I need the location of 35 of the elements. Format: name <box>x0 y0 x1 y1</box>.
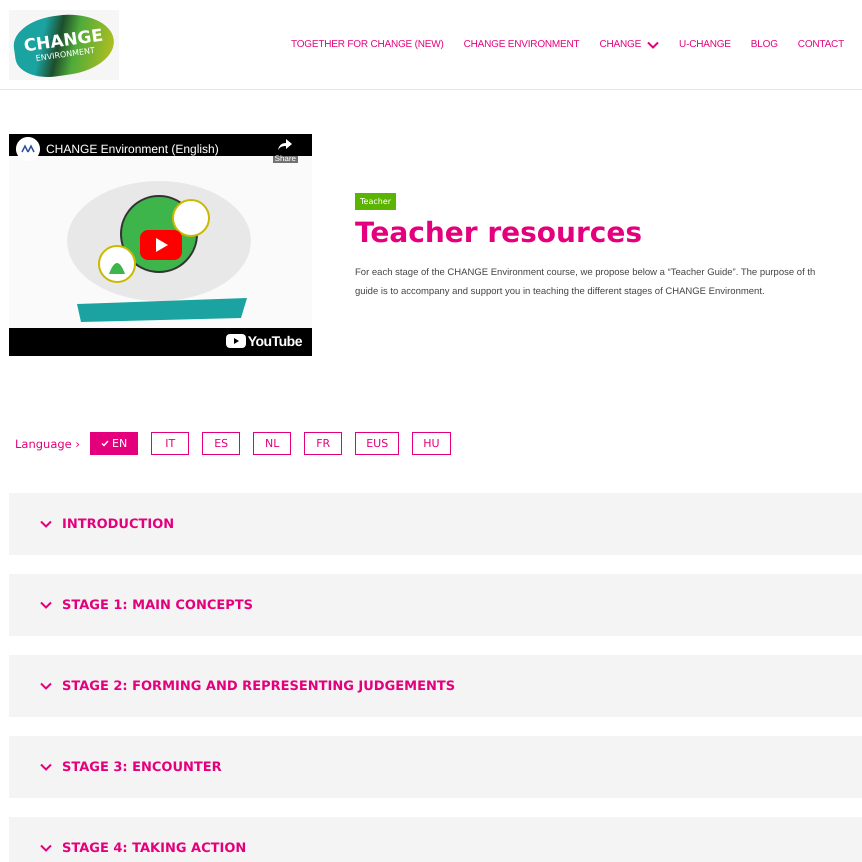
category-tag: Teacher <box>355 193 396 210</box>
language-button[interactable]: EN <box>90 432 138 455</box>
nav-link[interactable]: CHANGE <box>599 39 660 50</box>
accordion-header[interactable]: STAGE 1: MAIN CONCEPTS <box>9 574 862 636</box>
chevron-down-icon <box>40 601 52 609</box>
share-label[interactable]: Share <box>272 154 298 163</box>
play-icon[interactable] <box>140 230 182 260</box>
language-button[interactable]: NL <box>253 432 292 455</box>
page-title: Teacher resources <box>355 216 644 249</box>
language-button[interactable]: IT <box>151 432 190 455</box>
accordion-header[interactable]: STAGE 4: TAKING ACTION <box>9 817 862 862</box>
share-icon[interactable] <box>278 139 292 151</box>
nav-link[interactable]: CHANGE ENVIRONMENT <box>464 39 580 50</box>
nav-link[interactable]: BLOG <box>750 39 778 50</box>
nav-link[interactable]: CONTACT <box>798 39 844 50</box>
accordion-header[interactable]: STAGE 3: ENCOUNTER <box>9 736 862 798</box>
chevron-down-icon <box>40 520 52 528</box>
language-button[interactable]: HU <box>412 432 451 455</box>
intro-paragraph: For each stage of the CHANGE Environment course, we propose below a “Teacher Guide”. The purpose of th guide is to accompany and support you in teaching the different stages of CHANGE Environment. <box>355 266 816 299</box>
video-player[interactable]: CHANGE Environment (English) Share YouTube <box>9 134 312 356</box>
nav-link[interactable]: TOGETHER FOR CHANGE (NEW) <box>291 39 444 50</box>
language-button[interactable]: FR <box>304 432 342 455</box>
check-icon <box>101 440 110 447</box>
video-title[interactable]: CHANGE Environment (English) <box>46 142 219 156</box>
accordion-header[interactable]: STAGE 2: FORMING AND REPRESENTING JUDGEMENTS <box>9 655 862 717</box>
youtube-wordmark[interactable]: YouTube <box>248 333 302 349</box>
chevron-down-icon <box>40 682 52 690</box>
chevron-down-icon <box>40 844 52 852</box>
nav-link[interactable]: U-CHANGE <box>679 39 731 50</box>
accordion-header[interactable]: INTRODUCTION <box>9 493 862 555</box>
play-icon <box>226 334 246 348</box>
language-label: Language › <box>15 436 80 450</box>
language-button[interactable]: EUS <box>355 432 400 455</box>
chevron-down-icon <box>40 763 52 771</box>
language-button[interactable]: ES <box>202 432 240 455</box>
